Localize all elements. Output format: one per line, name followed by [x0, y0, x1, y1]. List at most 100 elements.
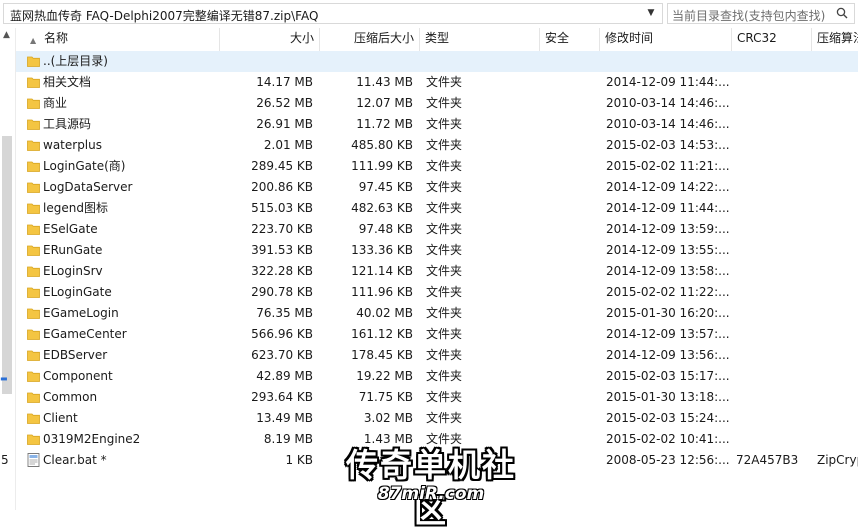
size-cell: 42.89 MB [256, 369, 313, 383]
folder-row[interactable]: Component 42.89 MB 19.22 MB 文件夹 2015-02-03 1… [16, 366, 858, 387]
security-cell [546, 429, 596, 450]
type-cell: 文件夹 [426, 390, 463, 404]
method-cell [817, 72, 858, 93]
packed-size-cell: 133.36 KB [351, 243, 413, 257]
folder-row[interactable]: EGameCenter 566.96 KB 161.12 KB 文件夹 2014-12-… [16, 324, 858, 345]
folder-row[interactable]: Common 293.64 KB 71.75 KB 文件夹 2015-01-30 13:… [16, 387, 858, 408]
crc32-cell [736, 135, 812, 156]
crc32-cell [736, 72, 812, 93]
type-cell: 文件夹 [426, 117, 463, 131]
method-cell [817, 324, 858, 345]
folder-row[interactable]: waterplus 2.01 MB 485.80 KB 文件夹 2015-02-03 1… [16, 135, 858, 156]
column-header-crc32[interactable]: CRC32 [732, 28, 812, 51]
crc32-cell [736, 324, 812, 345]
packed-size-cell: 161.12 KB [351, 327, 413, 341]
folder-row[interactable]: 商业 26.52 MB 12.07 MB 文件夹 2010-03-14 14:46:..… [16, 93, 858, 114]
column-header-type[interactable]: 类型 [420, 28, 540, 51]
column-header-packed-size[interactable]: 压缩后大小 [320, 28, 420, 51]
packed-size-cell: 485.80 KB [351, 138, 413, 152]
name-cell: LoginGate(商) [43, 159, 126, 173]
folder-row[interactable]: ELoginGate 290.78 KB 111.96 KB 文件夹 2015-02-0… [16, 282, 858, 303]
type-cell: 文件夹 [426, 222, 463, 236]
folder-icon [27, 371, 40, 382]
method-cell [817, 240, 858, 261]
name-cell: EGameLogin [43, 306, 119, 320]
security-cell [546, 156, 596, 177]
modified-cell: 2010-03-14 14:46:... [606, 96, 730, 110]
name-cell: waterplus [43, 138, 102, 152]
folder-icon [27, 224, 40, 235]
size-cell: 289.45 KB [251, 159, 313, 173]
folder-row[interactable]: ELoginSrv 322.28 KB 121.14 KB 文件夹 2014-12-09… [16, 261, 858, 282]
name-cell: 工具源码 [43, 117, 92, 131]
security-cell [546, 72, 596, 93]
search-input[interactable]: 当前目录查找(支持包内查找) [667, 3, 855, 24]
name-cell: Clear.bat * [43, 453, 107, 467]
crc32-cell [736, 282, 812, 303]
folder-icon [27, 203, 40, 214]
scroll-up-icon[interactable]: ▲ [3, 30, 10, 40]
folder-row[interactable]: 工具源码 26.91 MB 11.72 MB 文件夹 2010-03-14 14:46:… [16, 114, 858, 135]
modified-cell: 2015-02-02 11:22:... [606, 285, 730, 299]
folder-icon [27, 392, 40, 403]
modified-cell: 2014-12-09 13:55:... [606, 243, 730, 257]
method-cell [817, 345, 858, 366]
method-cell [817, 408, 858, 429]
column-header-modified[interactable]: 修改时间 [600, 28, 732, 51]
crc32-cell [736, 177, 812, 198]
folder-icon [27, 287, 40, 298]
search-icon[interactable] [836, 7, 848, 19]
column-header-size[interactable]: 大小 [220, 28, 320, 51]
folder-tree-pane[interactable]: ▲ ▬ 5 [0, 28, 16, 510]
file-icon [27, 453, 40, 467]
folder-icon [27, 161, 40, 172]
modified-cell: 2014-12-09 13:57:... [606, 327, 730, 341]
folder-icon [27, 266, 40, 277]
type-cell: 文件夹 [426, 327, 463, 341]
folder-icon [27, 308, 40, 319]
folder-row[interactable]: ESelGate 223.70 KB 97.48 KB 文件夹 2014-12-09 1… [16, 219, 858, 240]
packed-size-cell: 3.02 MB [363, 411, 413, 425]
tree-partial-text: 5 [1, 453, 9, 467]
modified-cell: 2014-12-09 13:56:... [606, 348, 730, 362]
folder-row[interactable]: LogDataServer 200.86 KB 97.45 KB 文件夹 2014-12… [16, 177, 858, 198]
folder-icon [27, 182, 40, 193]
folder-row[interactable]: Client 13.49 MB 3.02 MB 文件夹 2015-02-03 15:24… [16, 408, 858, 429]
packed-size-cell: 178.45 KB [351, 348, 413, 362]
type-cell: 文件夹 [426, 306, 463, 320]
address-field[interactable]: 蓝网热血传奇 FAQ-Delphi2007完整编译无错87.zip\FAQ ▼ [3, 3, 663, 24]
method-cell [817, 198, 858, 219]
column-header-method[interactable]: 压缩算法 [812, 28, 858, 51]
size-cell: 223.70 KB [251, 222, 313, 236]
folder-row[interactable]: ERunGate 391.53 KB 133.36 KB 文件夹 2014-12-09 … [16, 240, 858, 261]
watermark: 传奇单机社区 87miR.com [333, 440, 529, 530]
folder-row[interactable]: LoginGate(商) 289.45 KB 111.99 KB 文件夹 2015-02… [16, 156, 858, 177]
modified-cell: 2014-12-09 14:22:... [606, 180, 730, 194]
folder-row[interactable]: 相关文档 14.17 MB 11.43 MB 文件夹 2014-12-09 11:44:… [16, 72, 858, 93]
crc32-cell [736, 261, 812, 282]
folder-row[interactable]: legend图标 515.03 KB 482.63 KB 文件夹 2014-12-09 … [16, 198, 858, 219]
type-cell: 文件夹 [426, 138, 463, 152]
crc32-cell [736, 219, 812, 240]
parent-folder-row[interactable]: ..(上层目录) [16, 51, 858, 72]
column-header-name[interactable]: ▲ 名称 [16, 28, 220, 51]
size-cell: 1 KB [285, 453, 313, 467]
security-cell [546, 240, 596, 261]
column-header-security[interactable]: 安全 [540, 28, 600, 51]
method-cell [817, 282, 858, 303]
tree-expand-icon[interactable]: ▬ [0, 374, 8, 383]
tree-scrollbar-thumb[interactable] [2, 136, 12, 394]
method-cell: ZipCrypto [817, 453, 858, 467]
sort-asc-icon: ▲ [30, 36, 37, 45]
folder-icon [27, 140, 40, 151]
packed-size-cell: 111.99 KB [351, 159, 413, 173]
packed-size-cell: 11.43 MB [356, 75, 413, 89]
crc32-cell [736, 408, 812, 429]
packed-size-cell: 97.48 KB [358, 222, 413, 236]
size-cell: 13.49 MB [256, 411, 313, 425]
folder-icon [27, 56, 40, 67]
chevron-down-icon[interactable]: ▼ [646, 7, 656, 19]
type-cell: 文件夹 [426, 369, 463, 383]
folder-row[interactable]: EDBServer 623.70 KB 178.45 KB 文件夹 2014-12-09… [16, 345, 858, 366]
folder-row[interactable]: EGameLogin 76.35 MB 40.02 MB 文件夹 2015-01-30 … [16, 303, 858, 324]
